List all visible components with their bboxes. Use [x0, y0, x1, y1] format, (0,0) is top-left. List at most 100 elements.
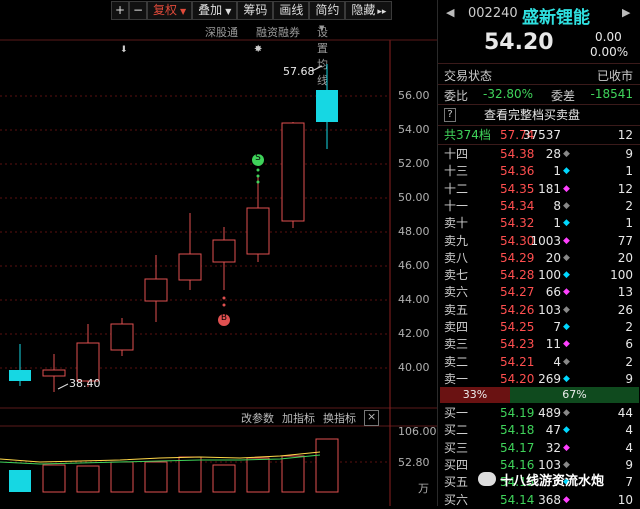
ask-level-label: 卖八	[444, 250, 469, 265]
price-axis-label: 40.00	[398, 361, 430, 374]
ask-row[interactable]: 卖四 54.25 7 ◆ 2	[438, 318, 640, 336]
ask-row[interactable]: 十二 54.35 181 ◆ 12	[438, 180, 640, 198]
ask-volume: 1	[553, 164, 561, 179]
ratio-label: 委比	[444, 89, 469, 103]
bid-row[interactable]: 买二 54.18 47 ◆ 4	[438, 421, 640, 439]
volume-bar	[246, 457, 270, 493]
volume-bar	[281, 455, 305, 493]
ask-row[interactable]: 卖八 54.29 20 ◆ 20	[438, 249, 640, 267]
diamond-icon: ◆	[563, 252, 570, 263]
ask-order-count: 6	[625, 337, 633, 352]
candle	[9, 370, 31, 381]
bid-order-count: 4	[625, 440, 633, 455]
price-axis-label: 44.00	[398, 293, 430, 306]
ask-order-count: 26	[617, 302, 633, 317]
diamond-icon: ◆	[563, 339, 570, 350]
switch-indicator-button[interactable]: 换指标	[323, 410, 356, 426]
volume-axis-unit: 万	[418, 482, 429, 495]
stock-code: 002240	[468, 6, 518, 21]
diamond-icon: ◆	[563, 425, 570, 436]
sell-signal-text: S	[255, 153, 261, 163]
price-axis-label: 50.00	[398, 191, 430, 204]
ask-row[interactable]: 卖一 54.20 269 ◆ 9	[438, 370, 640, 388]
ask-row[interactable]: 十一 54.34 8 ◆ 2	[438, 197, 640, 215]
ask-volume: 269	[538, 371, 561, 386]
candle	[42, 369, 66, 377]
prev-stock-icon[interactable]: ◀	[446, 6, 454, 19]
diamond-icon: ◆	[563, 200, 570, 211]
ask-row[interactable]: 卖十 54.32 1 ◆ 1	[438, 214, 640, 232]
ask-level-label: 卖四	[444, 320, 469, 334]
ask-row[interactable]: 卖三 54.23 11 ◆ 6	[438, 335, 640, 353]
indicator-toolbar: 改参数 加指标 换指标 ×	[241, 410, 380, 426]
sparkle-icon: ✸	[254, 44, 262, 55]
ask-order-count: 77	[617, 233, 633, 248]
volume-bar	[110, 461, 134, 493]
price-axis-label: 54.00	[398, 123, 430, 136]
full-orderbook-link[interactable]: 查看完整档买卖盘	[484, 106, 580, 123]
ask-volume: 1	[553, 216, 561, 231]
high-price-label: 57.68	[283, 65, 315, 78]
ask-order-count: 2	[625, 320, 633, 334]
help-icon[interactable]: ?	[444, 108, 456, 122]
bid-row[interactable]: 买一 54.19 489 ◆ 44	[438, 404, 640, 422]
volume-bar	[144, 461, 168, 493]
add-indicator-button[interactable]: 加指标	[282, 410, 315, 426]
ask-level-label: 十一	[444, 198, 469, 213]
ask-level-label: 十三	[444, 164, 469, 179]
ask-volume: 4	[553, 354, 561, 369]
bid-level-label: 买三	[444, 440, 469, 455]
volume-bar	[178, 456, 202, 493]
ask-volume: 103	[538, 302, 561, 317]
ask-order-count: 2	[625, 354, 633, 369]
bid-order-count: 44	[617, 406, 633, 420]
diamond-icon: ◆	[563, 408, 570, 418]
diamond-icon: ◆	[563, 149, 570, 159]
ask-volume: 8	[553, 198, 561, 213]
watermark: 十八线游资流水炮	[478, 468, 638, 490]
ask-row[interactable]: 卖九 54.30 1003 ◆ 77	[438, 232, 640, 250]
diff-value: -18541	[590, 87, 633, 101]
candle	[110, 323, 134, 351]
ask-row[interactable]: 十四 54.38 28 ◆ 9	[438, 145, 640, 163]
ask-volume: 66	[545, 285, 561, 300]
candle	[76, 342, 100, 382]
levels-volume: 37537	[522, 128, 561, 142]
ask-level-label: 卖五	[444, 302, 469, 317]
volume-axis-label: 52.80	[398, 456, 430, 469]
kline-chart[interactable]: ⬇ ✸	[0, 0, 437, 506]
bid-ratio-bar: 33%	[440, 387, 510, 403]
diamond-icon: ◆	[563, 287, 570, 298]
low-pointer	[57, 383, 69, 390]
ask-volume: 100	[538, 268, 561, 283]
volume-axis-label: 106.00	[398, 425, 437, 438]
ask-order-count: 9	[625, 371, 633, 386]
close-icon[interactable]: ×	[364, 410, 380, 426]
ask-volume: 28	[545, 147, 561, 161]
ratio-value: -32.80%	[483, 87, 534, 101]
ask-level-label: 卖三	[444, 337, 469, 352]
ask-level-label: 十二	[444, 181, 469, 196]
bid-level-label: 买四	[444, 457, 469, 472]
ask-row[interactable]: 卖七 54.28 100 ◆ 100	[438, 266, 640, 284]
wechat-icon	[478, 472, 496, 486]
volume-bar	[212, 464, 236, 493]
ask-level-label: 卖一	[444, 371, 469, 386]
price-axis-label: 46.00	[398, 259, 430, 272]
status-value: 已收市	[596, 69, 633, 83]
ask-volume: 181	[538, 181, 561, 196]
candle	[144, 278, 168, 302]
candle	[178, 253, 202, 281]
bid-row[interactable]: 买三 54.17 32 ◆ 4	[438, 439, 640, 457]
next-stock-icon[interactable]: ▶	[622, 6, 630, 19]
ask-row[interactable]: 十三 54.36 1 ◆ 1	[438, 162, 640, 180]
bid-order-count: 4	[625, 423, 633, 438]
ask-row[interactable]: 卖二 54.21 4 ◆ 2	[438, 353, 640, 371]
ask-row[interactable]: 卖五 54.26 103 ◆ 26	[438, 301, 640, 319]
volume-bar	[42, 464, 66, 493]
bid-volume: 489	[538, 406, 561, 420]
ask-volume: 20	[545, 250, 561, 265]
price-axis-label: 52.00	[398, 157, 430, 170]
edit-params-button[interactable]: 改参数	[241, 410, 274, 426]
ask-row[interactable]: 卖六 54.27 66 ◆ 13	[438, 283, 640, 301]
